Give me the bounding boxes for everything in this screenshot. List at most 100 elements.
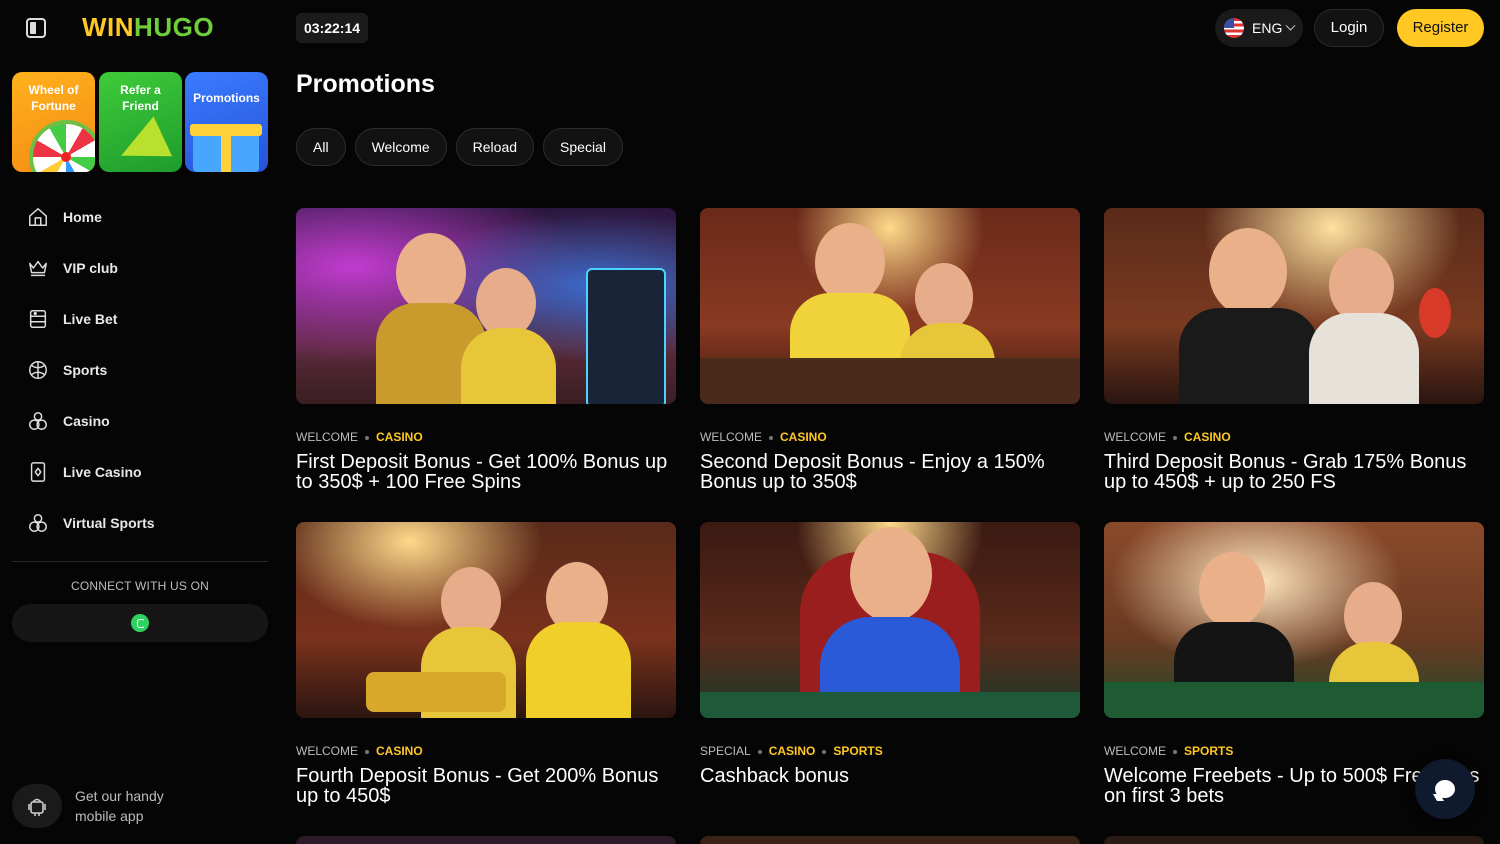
filter-welcome[interactable]: Welcome (354, 128, 447, 166)
logo[interactable]: WINHUGO (82, 12, 214, 43)
separator-dot (822, 749, 827, 754)
dice-icon (27, 410, 49, 432)
promo-tag: WELCOME (1104, 430, 1167, 444)
gift-icon (190, 124, 262, 172)
sidebar-item-live-bet[interactable]: Live Bet (12, 293, 268, 344)
separator-dot (769, 435, 774, 440)
filter-reload[interactable]: Reload (455, 128, 535, 166)
chevron-down-icon (1285, 20, 1296, 31)
language-selector[interactable]: ENG (1215, 9, 1303, 47)
promo-tag: CASINO (768, 744, 816, 758)
clock: 03:22:14 (296, 13, 369, 43)
sidebar-item-vip-club[interactable]: VIP club (12, 242, 268, 293)
promo-tags: WELCOME CASINO (1104, 430, 1484, 444)
promo-tag: CASINO (780, 430, 827, 444)
tile-label: Promotions (193, 91, 260, 105)
promo-tags: WELCOME CASINO (296, 744, 676, 758)
android-icon (12, 784, 62, 828)
promo-card[interactable]: WELCOME CASINO Third Deposit Bonus - Grab… (1104, 208, 1484, 492)
separator-dot (757, 749, 762, 754)
separator-dot (1173, 749, 1178, 754)
promo-card[interactable]: SPECIAL CASINO SPORTS Cashback bonus (700, 522, 1080, 786)
promo-tag: CASINO (1184, 430, 1231, 444)
sidebar-divider (12, 561, 268, 562)
promo-title[interactable]: Third Deposit Bonus - Grab 175% Bonus up… (1104, 452, 1484, 492)
promo-title[interactable]: Cashback bonus (700, 766, 1080, 786)
tile-wheel-of-fortune[interactable]: Wheel of Fortune (12, 72, 95, 172)
filter-all[interactable]: All (296, 128, 346, 166)
promo-tag: SPORTS (1184, 744, 1234, 758)
sidebar-item-label: Live Casino (63, 463, 142, 480)
promo-tags: SPECIAL CASINO SPORTS (700, 744, 1080, 758)
promo-card[interactable]: WELCOME CASINO First Deposit Bonus - Get … (296, 208, 676, 492)
dice-icon (27, 512, 49, 534)
promo-image[interactable] (296, 208, 676, 404)
sidebar-item-casino[interactable]: Casino (12, 395, 268, 446)
promo-tag: WELCOME (296, 430, 359, 444)
filter-chips: All Welcome Reload Special (296, 128, 623, 166)
promo-image-partial[interactable] (700, 836, 1080, 844)
tile-refer-a-friend[interactable]: Refer a Friend (99, 72, 182, 172)
promo-tags: WELCOME SPORTS (1104, 744, 1484, 758)
home-icon (27, 206, 49, 228)
filter-special[interactable]: Special (543, 128, 623, 166)
promo-title[interactable]: First Deposit Bonus - Get 100% Bonus up … (296, 452, 676, 492)
card-icon (27, 461, 49, 483)
tile-label: Wheel of Fortune (28, 83, 79, 113)
promo-card[interactable]: WELCOME CASINO Second Deposit Bonus - Enj… (700, 208, 1080, 492)
promo-image[interactable] (296, 522, 676, 718)
whatsapp-icon (131, 614, 149, 632)
wheel-icon (29, 120, 95, 172)
promo-card[interactable]: WELCOME CASINO Fourth Deposit Bonus - Get… (296, 522, 676, 806)
whatsapp-button[interactable] (12, 604, 268, 642)
sidebar-item-home[interactable]: Home (12, 191, 268, 242)
chat-icon (1435, 780, 1455, 798)
app-root: WINHUGO 03:22:14 ENG Login Register Whee… (0, 0, 1500, 844)
chat-button[interactable] (1415, 759, 1475, 819)
promo-title[interactable]: Fourth Deposit Bonus - Get 200% Bonus up… (296, 766, 676, 806)
sidebar-toggle-icon[interactable] (26, 18, 46, 38)
sidebar-item-label: Virtual Sports (63, 514, 155, 531)
promo-image[interactable] (700, 522, 1080, 718)
promo-image[interactable] (1104, 522, 1484, 718)
promo-tag: CASINO (376, 430, 423, 444)
us-flag-icon (1224, 18, 1244, 38)
promo-tag: SPECIAL (700, 744, 751, 758)
sidebar-nav: Home VIP club Live Bet Sports Casino Liv… (12, 191, 268, 548)
promo-tag: SPORTS (833, 744, 883, 758)
ball-icon (27, 359, 49, 381)
separator-dot (1173, 435, 1178, 440)
login-button[interactable]: Login (1314, 9, 1384, 47)
promo-image[interactable] (1104, 208, 1484, 404)
page-title: Promotions (296, 70, 435, 98)
logo-part-hugo: HUGO (134, 12, 215, 42)
logo-part-win: WIN (82, 12, 135, 42)
mobile-app-promo[interactable]: Get our handy mobile app (12, 784, 268, 828)
sidebar-item-sports[interactable]: Sports (12, 344, 268, 395)
tile-promotions[interactable]: Promotions (185, 72, 268, 172)
sidebar-item-label: Casino (63, 412, 110, 429)
promo-tags: WELCOME CASINO (700, 430, 1080, 444)
promo-image-partial[interactable] (296, 836, 676, 844)
mobile-app-text: Get our handy mobile app (75, 788, 164, 824)
tile-label: Refer a Friend (120, 83, 161, 113)
sidebar-item-virtual-sports[interactable]: Virtual Sports (12, 497, 268, 548)
sidebar-item-label: Home (63, 208, 102, 225)
promo-image[interactable] (700, 208, 1080, 404)
sidebar-item-label: VIP club (63, 259, 118, 276)
separator-dot (365, 435, 370, 440)
promo-tag: CASINO (376, 744, 423, 758)
promo-tag: WELCOME (296, 744, 359, 758)
megaphone-icon (111, 116, 173, 172)
sidebar-item-label: Sports (63, 361, 108, 378)
promo-image-partial[interactable] (1104, 836, 1484, 844)
top-bar: WINHUGO 03:22:14 ENG Login Register (0, 0, 1500, 56)
crown-icon (27, 257, 49, 279)
register-button[interactable]: Register (1397, 9, 1484, 47)
connect-label: CONNECT WITH US ON (70, 579, 210, 593)
promo-tags: WELCOME CASINO (296, 430, 676, 444)
promo-title[interactable]: Second Deposit Bonus - Enjoy a 150% Bonu… (700, 452, 1080, 492)
promo-tag: WELCOME (700, 430, 763, 444)
language-label: ENG (1252, 20, 1283, 36)
sidebar-item-live-casino[interactable]: Live Casino (12, 446, 268, 497)
